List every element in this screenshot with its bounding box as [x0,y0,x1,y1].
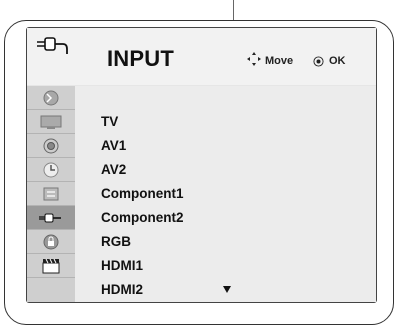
ok-hint-label: OK [329,55,346,67]
option-icon[interactable] [27,182,75,206]
list-item-component1[interactable]: Component1 [101,186,184,201]
list-item-component2[interactable]: Component2 [101,210,184,225]
input-menu: INPUT Move OK TV AV1 AV2 Component1 Comp… [26,27,377,303]
list-item-hdmi2[interactable]: HDMI2 [101,282,143,297]
list-item-tv[interactable]: TV [101,114,118,129]
list-item-hdmi1[interactable]: HDMI1 [101,258,143,273]
lock-icon[interactable] [27,230,75,254]
empty-icon-cell [27,278,75,302]
list-item-av1[interactable]: AV1 [101,138,126,153]
clapperboard-icon[interactable] [27,254,75,278]
scroll-down-arrow-icon[interactable] [223,286,231,293]
tv-antenna-icon[interactable] [27,86,75,110]
input-list: TV AV1 AV2 Component1 Component2 RGB HDM… [75,86,376,302]
menu-header: INPUT Move OK [27,28,376,85]
move-arrows-icon [247,52,261,66]
menu-title: INPUT [107,46,174,71]
move-hint-label: Move [265,55,294,67]
list-item-av2[interactable]: AV2 [101,162,126,177]
time-icon[interactable] [27,158,75,182]
input-plug-icon[interactable] [27,206,75,230]
category-icon-column [27,86,75,302]
input-plug-icon [37,37,68,54]
audio-icon[interactable] [27,134,75,158]
list-item-rgb[interactable]: RGB [101,234,131,249]
ok-button-icon [313,56,324,67]
picture-icon[interactable] [27,110,75,134]
